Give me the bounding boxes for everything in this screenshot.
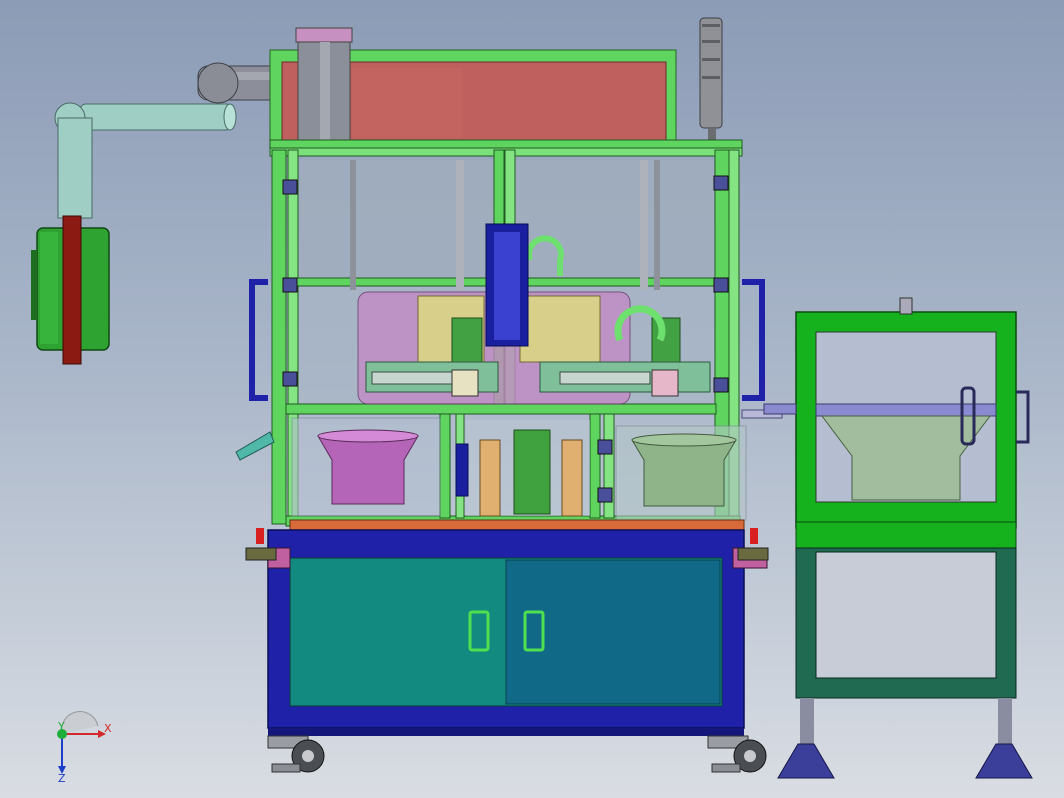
dust-filter-unit — [31, 215, 110, 365]
y-axis-label: Y — [57, 720, 65, 733]
base-cabinet — [245, 519, 769, 736]
caster-wheel-icon — [707, 735, 767, 773]
upper-back-enclosure — [269, 27, 677, 145]
caster-wheel-icon — [267, 735, 325, 773]
x-axis-label: X — [104, 722, 112, 735]
vibratory-bowl-right — [615, 425, 747, 521]
feeder-center — [455, 420, 590, 517]
side-feeder-cabinet — [763, 297, 1033, 779]
cad-viewport[interactable]: X Y Z — [0, 0, 1064, 798]
vibratory-bowl-left — [291, 417, 441, 517]
z-axis-label: Z — [58, 772, 66, 785]
assembly-drawing: X Y Z — [31, 17, 1033, 785]
signal-tower — [699, 17, 723, 140]
axis-triad: X Y Z — [57, 711, 112, 785]
